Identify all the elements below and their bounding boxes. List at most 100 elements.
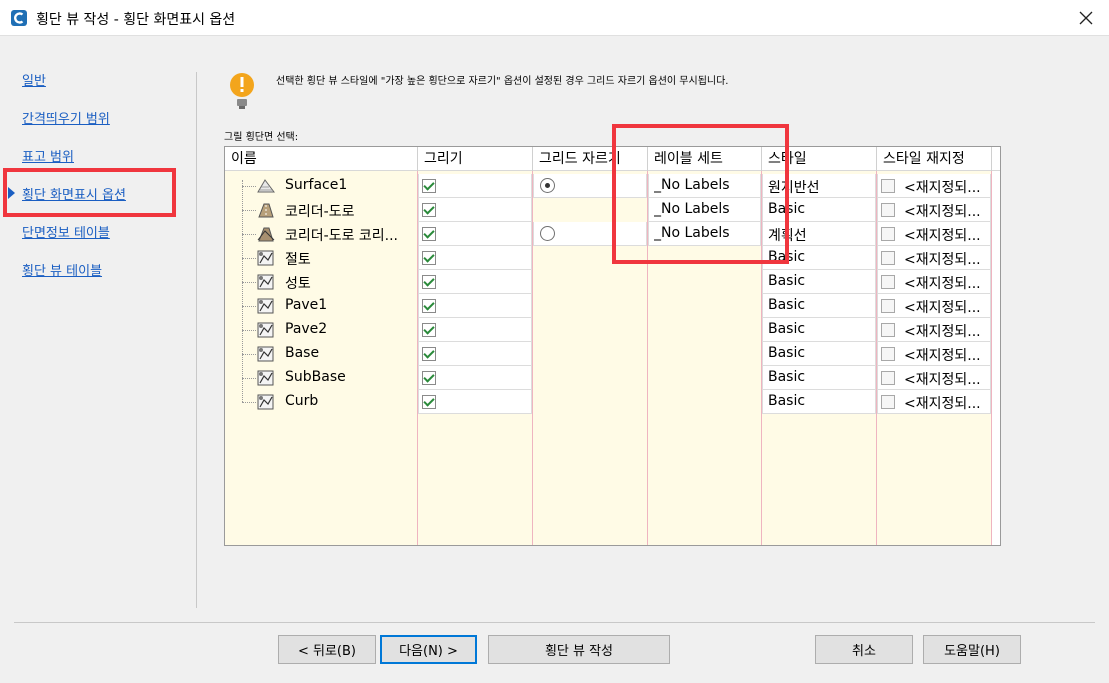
style-value: Basic — [768, 249, 806, 265]
object-name: Pave2 — [285, 321, 328, 337]
name-cell[interactable]: Base — [225, 342, 417, 366]
table-row: 성토 Basic <재지정되... — [225, 270, 1000, 294]
draw-checkbox[interactable] — [422, 323, 436, 337]
draw-checkbox[interactable] — [422, 203, 436, 217]
header-draw[interactable]: 그리기 — [418, 147, 532, 171]
next-button[interactable]: 다음(N) > — [380, 635, 477, 664]
override-value: <재지정되... — [904, 372, 981, 388]
style-value: Basic — [768, 321, 806, 337]
draw-checkbox[interactable] — [422, 275, 436, 289]
close-button[interactable] — [1063, 0, 1109, 36]
name-cell[interactable]: SubBase — [225, 366, 417, 390]
grid-caption: 그릴 횡단면 선택: — [224, 132, 299, 143]
style-cell[interactable]: Basic — [762, 366, 876, 390]
material-icon — [257, 298, 274, 314]
override-checkbox[interactable] — [881, 203, 895, 217]
override-checkbox[interactable] — [881, 371, 895, 385]
table-row: Surface1 _No Labels 원지반선 <재지정되... — [225, 174, 1000, 198]
label-set-cell[interactable]: _No Labels — [648, 174, 761, 198]
name-cell[interactable]: Pave1 — [225, 294, 417, 318]
draw-cell — [418, 246, 532, 270]
header-label-set[interactable]: 레이블 세트 — [648, 147, 761, 171]
header-style[interactable]: 스타일 — [762, 147, 876, 171]
override-checkbox[interactable] — [881, 227, 895, 241]
style-cell[interactable]: 계획선 — [762, 222, 876, 246]
tree-line — [242, 378, 256, 379]
override-checkbox[interactable] — [881, 179, 895, 193]
draw-cell — [418, 222, 532, 246]
override-value: <재지정되... — [904, 204, 981, 220]
override-cell: <재지정되... — [877, 198, 991, 222]
override-value: <재지정되... — [904, 324, 981, 340]
label-set-cell[interactable]: _No Labels — [648, 198, 761, 222]
object-name: Curb — [285, 393, 319, 409]
name-cell[interactable]: Pave2 — [225, 318, 417, 342]
label-set-value: _No Labels — [654, 201, 730, 217]
label-set-value: _No Labels — [654, 177, 730, 193]
help-button[interactable]: 도움말(H) — [923, 635, 1021, 664]
style-cell[interactable]: 원지반선 — [762, 174, 876, 198]
override-cell: <재지정되... — [877, 246, 991, 270]
draw-cell — [418, 174, 532, 198]
nav-item-section-view-tables[interactable]: 횡단 뷰 테이블 — [22, 260, 102, 279]
header-style-override[interactable]: 스타일 재지정 — [877, 147, 991, 171]
style-cell[interactable]: Basic — [762, 390, 876, 414]
header-clip-grid[interactable]: 그리드 자르기 — [533, 147, 647, 171]
override-cell: <재지정되... — [877, 390, 991, 414]
clip-grid-radio[interactable] — [540, 178, 555, 193]
style-cell[interactable]: Basic — [762, 246, 876, 270]
name-cell[interactable]: Curb — [225, 390, 417, 414]
wizard-nav: 일반 간격띄우기 범위 표고 범위 횡단 화면표시 옵션 단면정보 테이블 횡단… — [0, 36, 196, 616]
override-checkbox[interactable] — [881, 299, 895, 313]
label-set-cell[interactable]: _No Labels — [648, 222, 761, 246]
override-value: <재지정되... — [904, 180, 981, 196]
nav-item-offset-range[interactable]: 간격띄우기 범위 — [22, 108, 110, 127]
cancel-button[interactable]: 취소 — [815, 635, 913, 664]
override-checkbox[interactable] — [881, 347, 895, 361]
close-icon — [1079, 11, 1093, 25]
override-cell: <재지정되... — [877, 174, 991, 198]
style-cell[interactable]: Basic — [762, 318, 876, 342]
button-divider — [14, 622, 1095, 623]
override-checkbox[interactable] — [881, 323, 895, 337]
style-cell[interactable]: Basic — [762, 198, 876, 222]
override-cell: <재지정되... — [877, 294, 991, 318]
object-name: 성토 — [285, 276, 311, 292]
name-cell[interactable]: Surface1 — [225, 174, 417, 198]
back-button[interactable]: < 뒤로(B) — [278, 635, 376, 664]
draw-checkbox[interactable] — [422, 371, 436, 385]
override-checkbox[interactable] — [881, 251, 895, 265]
tree-line — [242, 258, 256, 259]
draw-checkbox[interactable] — [422, 395, 436, 409]
section-grid: 이름 그리기 그리드 자르기 레이블 세트 스타일 스타일 재지정 Surfac… — [224, 146, 1001, 546]
nav-item-display-options[interactable]: 횡단 화면표시 옵션 — [22, 184, 126, 203]
nav-item-data-bands[interactable]: 단면정보 테이블 — [22, 222, 110, 241]
draw-checkbox[interactable] — [422, 179, 436, 193]
name-cell[interactable]: 코리더-도로 코리... — [225, 222, 417, 246]
style-cell[interactable]: Basic — [762, 270, 876, 294]
override-checkbox[interactable] — [881, 275, 895, 289]
object-name: Base — [285, 345, 320, 361]
style-cell[interactable]: Basic — [762, 294, 876, 318]
clip-cell — [533, 174, 647, 198]
tree-line — [242, 210, 256, 211]
draw-checkbox[interactable] — [422, 251, 436, 265]
name-cell[interactable]: 성토 — [225, 270, 417, 294]
draw-checkbox[interactable] — [422, 347, 436, 361]
name-cell[interactable]: 절토 — [225, 246, 417, 270]
override-cell: <재지정되... — [877, 342, 991, 366]
object-name: 코리더-도로 코리... — [285, 228, 399, 244]
nav-item-general[interactable]: 일반 — [22, 70, 46, 89]
draw-checkbox[interactable] — [422, 299, 436, 313]
header-name[interactable]: 이름 — [225, 147, 417, 171]
table-row: SubBase Basic <재지정되... — [225, 366, 1000, 390]
draw-checkbox[interactable] — [422, 227, 436, 241]
nav-item-elevation-range[interactable]: 표고 범위 — [22, 146, 74, 165]
style-cell[interactable]: Basic — [762, 342, 876, 366]
override-checkbox[interactable] — [881, 395, 895, 409]
clip-grid-radio[interactable] — [540, 226, 555, 241]
corridor-surface-icon — [257, 227, 275, 242]
create-section-view-button[interactable]: 횡단 뷰 작성 — [488, 635, 670, 664]
name-cell[interactable]: 코리더-도로 — [225, 198, 417, 222]
draw-cell — [418, 198, 532, 222]
